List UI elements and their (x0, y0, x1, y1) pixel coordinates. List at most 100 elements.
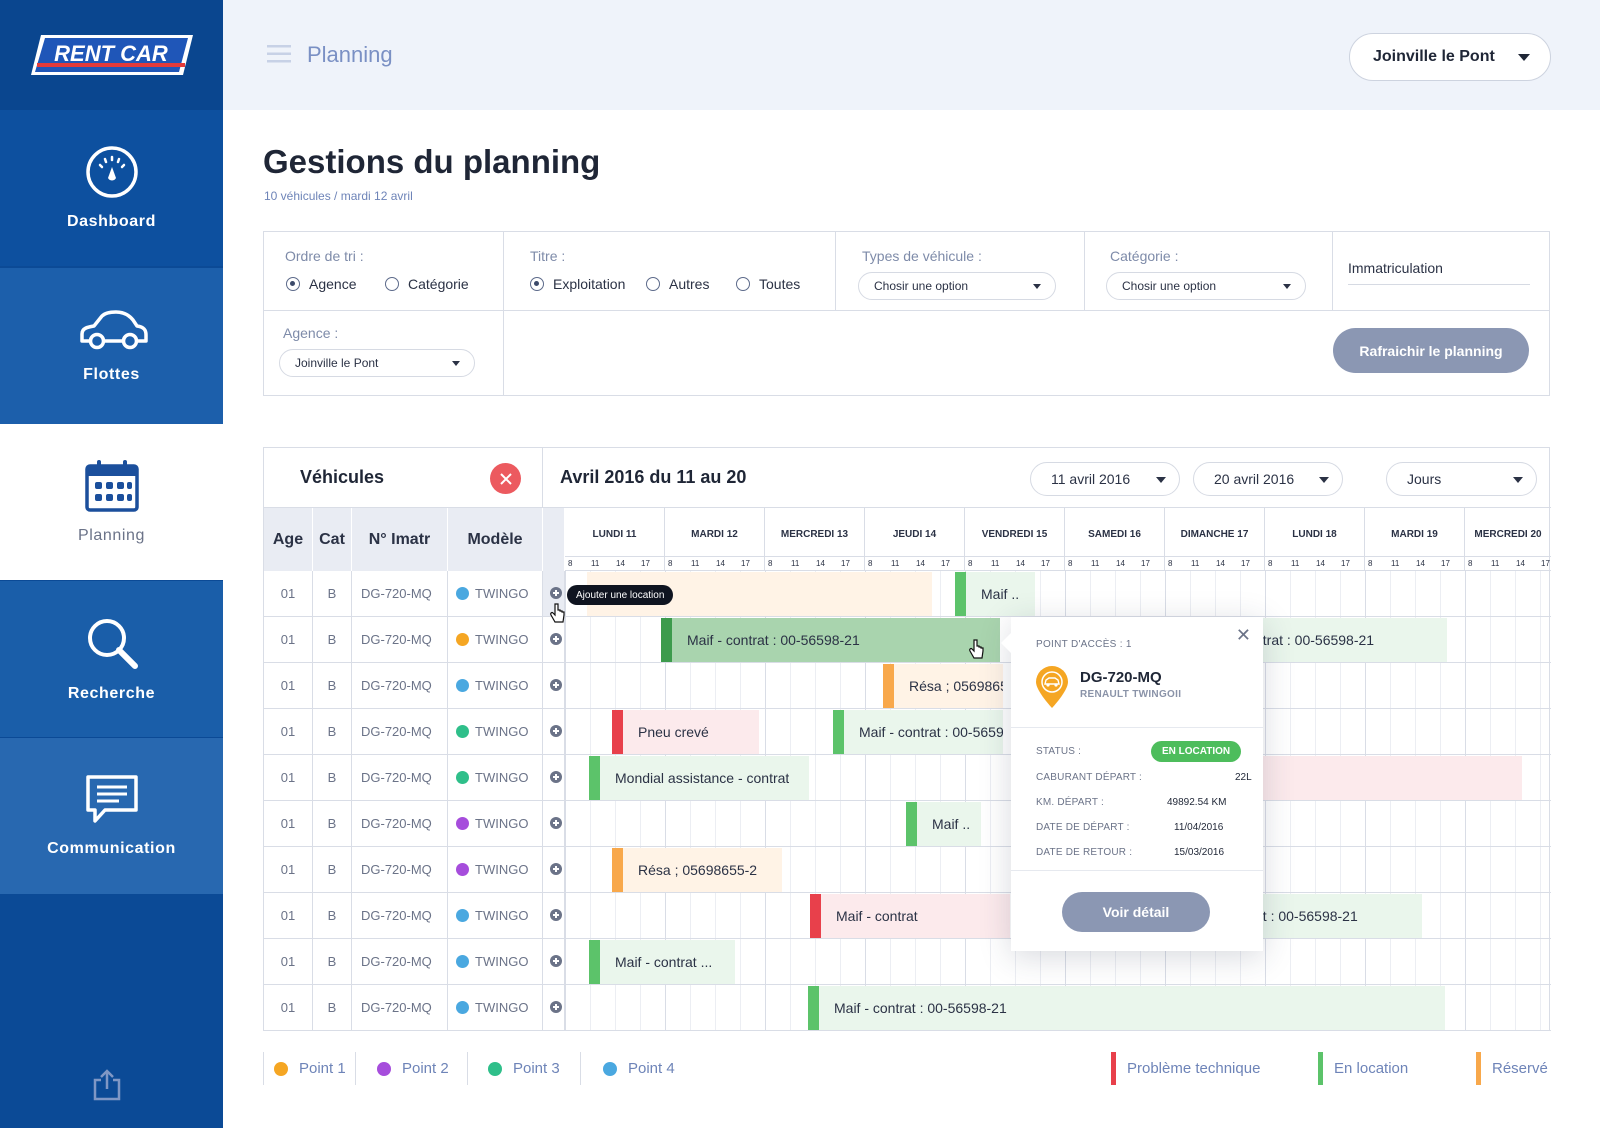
hour-label: 11 (791, 559, 800, 568)
share-icon[interactable] (92, 1068, 122, 1107)
granularity-select[interactable]: Jours (1386, 462, 1537, 496)
radio-exploitation[interactable]: Exploitation (530, 276, 625, 292)
agency-select[interactable]: Joinville le Pont (1349, 33, 1551, 81)
hour-label: 17 (1441, 559, 1450, 568)
add-booking-icon[interactable] (550, 633, 562, 645)
booking-label: Mondial assistance - contrat (615, 770, 790, 786)
add-booking-icon[interactable] (550, 863, 562, 875)
booking-bar[interactable]: Maif .. (906, 802, 981, 846)
filter-sort-label: Ordre de tri : (285, 248, 364, 264)
booking-bar[interactable]: Maif - contrat : 00-56598-21 (808, 986, 1445, 1030)
close-icon[interactable] (490, 463, 521, 494)
hour-label: 17 (1241, 559, 1250, 568)
hour-label: 8 (1068, 559, 1073, 568)
radio-autres[interactable]: Autres (646, 276, 709, 292)
add-booking-icon[interactable] (550, 1001, 562, 1013)
menu-icon[interactable] (267, 45, 291, 68)
km-label: KM. DÉPART : (1036, 797, 1104, 808)
point-dot (456, 771, 469, 784)
date-to-select[interactable]: 20 avril 2016 (1193, 462, 1343, 496)
add-booking-icon[interactable] (550, 817, 562, 829)
brand-logo[interactable]: RENT CAR (0, 0, 223, 110)
legend-label: Point 1 (299, 1060, 346, 1077)
booking-bar[interactable]: ntrat : 00-56598-21 (1251, 618, 1447, 662)
point-dot (456, 863, 469, 876)
booking-status-edge (906, 802, 917, 846)
booking-label: Résa ; 05698655-2 (638, 862, 758, 878)
radio-agence[interactable]: Agence (286, 276, 356, 292)
legend-point-4: Point 4 (603, 1052, 675, 1085)
radio-toutes[interactable]: Toutes (736, 276, 800, 292)
booking-bar[interactable]: Maif .. (955, 572, 1035, 616)
hour-label: 11 (1291, 559, 1300, 568)
cell-cat: B (313, 755, 352, 800)
booking-bar[interactable] (1251, 756, 1522, 800)
legend-label: Point 3 (513, 1060, 560, 1077)
column-header-age[interactable]: Age (264, 508, 313, 571)
booking-label: Maif - contrat : 00-5659 (859, 724, 1003, 740)
hour-label: 14 (1216, 559, 1225, 568)
booking-bar[interactable]: Maif - contrat : 00-56598-21 (661, 618, 1000, 662)
close-icon[interactable]: ✕ (1236, 625, 1251, 646)
cell-model: TWINGO (448, 617, 543, 662)
booking-bar[interactable]: Résa ; 05698655 (883, 664, 1003, 708)
hour-label: 8 (868, 559, 873, 568)
legend-divider (355, 1052, 356, 1085)
booking-bar[interactable]: at : 00-56598-21 (1251, 894, 1422, 938)
add-booking-icon[interactable] (550, 909, 562, 921)
sidebar-item-dashboard[interactable]: Dashboard (0, 110, 223, 266)
booking-bar[interactable]: Mondial assistance - contrat (589, 756, 809, 800)
category-select[interactable]: Chosir une option (1106, 272, 1306, 300)
hour-label: 14 (716, 559, 725, 568)
add-booking-icon[interactable] (550, 587, 562, 599)
cell-age: 01 (264, 939, 313, 984)
booking-status-edge (955, 572, 966, 616)
departure-label: DATE DE DÉPART : (1036, 822, 1130, 833)
booking-bar[interactable]: Maif - contrat : 00-5659 (833, 710, 1003, 754)
date-from-select[interactable]: 11 avril 2016 (1030, 462, 1180, 496)
access-point: POINT D'ACCÈS : 1 (1036, 639, 1132, 650)
point-dot (456, 1001, 469, 1014)
booking-bar[interactable]: Pneu crevé (612, 710, 759, 754)
cell-model: TWINGO (448, 755, 543, 800)
sidebar-item-label: Planning (77, 527, 146, 544)
refresh-planning-button[interactable]: Rafraichir le planning (1333, 328, 1529, 373)
view-detail-button[interactable]: Voir détail (1062, 892, 1210, 932)
cell-age: 01 (264, 893, 313, 938)
calendar-icon (84, 460, 139, 512)
hour-label: 17 (841, 559, 850, 568)
cell-plate: DG-720-MQ (352, 709, 448, 754)
column-header-model[interactable]: Modèle (448, 508, 543, 571)
booking-bar[interactable]: Résa ; 05698655-2 (612, 848, 782, 892)
sidebar-item-recherche[interactable]: Recherche (0, 581, 223, 737)
point-1-dot (274, 1061, 288, 1076)
vehicle-type-select[interactable]: Chosir une option (858, 272, 1056, 300)
sidebar-item-communication[interactable]: Communication (0, 738, 223, 894)
hour-ticks: 8 11 14 17 (1165, 556, 1264, 571)
vehicle-row[interactable]: 01 B DG-720-MQ TWINGO (264, 939, 1551, 985)
agency-filter-select[interactable]: Joinville le Pont (279, 349, 475, 377)
hour-label: 14 (1116, 559, 1125, 568)
radio-unchecked-icon (736, 277, 750, 291)
immatriculation-input[interactable]: Immatriculation (1348, 260, 1530, 285)
sidebar-item-planning[interactable]: Planning (0, 424, 223, 580)
vehicle-row[interactable]: 01 B DG-720-MQ TWINGO (264, 847, 1551, 893)
add-booking-icon[interactable] (550, 679, 562, 691)
radio-label: Agence (309, 276, 357, 292)
add-booking-icon[interactable] (550, 955, 562, 967)
column-header-cat[interactable]: Cat (313, 508, 352, 571)
column-header-plate[interactable]: N° Imatr (352, 508, 448, 571)
cell-model: TWINGO (448, 801, 543, 846)
radio-categorie[interactable]: Catégorie (385, 276, 469, 292)
car-icon (79, 310, 148, 350)
sidebar-item-flottes[interactable]: Flottes (0, 268, 223, 424)
cell-plate: DG-720-MQ (352, 985, 448, 1030)
day-name: MERCREDI 20 (1474, 529, 1542, 540)
booking-bar[interactable]: Maif - contrat (810, 894, 1010, 938)
cell-age: 01 (264, 571, 313, 616)
booking-label: Pneu crevé (638, 724, 709, 740)
booking-bar[interactable]: Maif - contrat ... (589, 940, 735, 984)
add-booking-icon[interactable] (550, 771, 562, 783)
add-booking-icon[interactable] (550, 725, 562, 737)
cell-age: 01 (264, 709, 313, 754)
